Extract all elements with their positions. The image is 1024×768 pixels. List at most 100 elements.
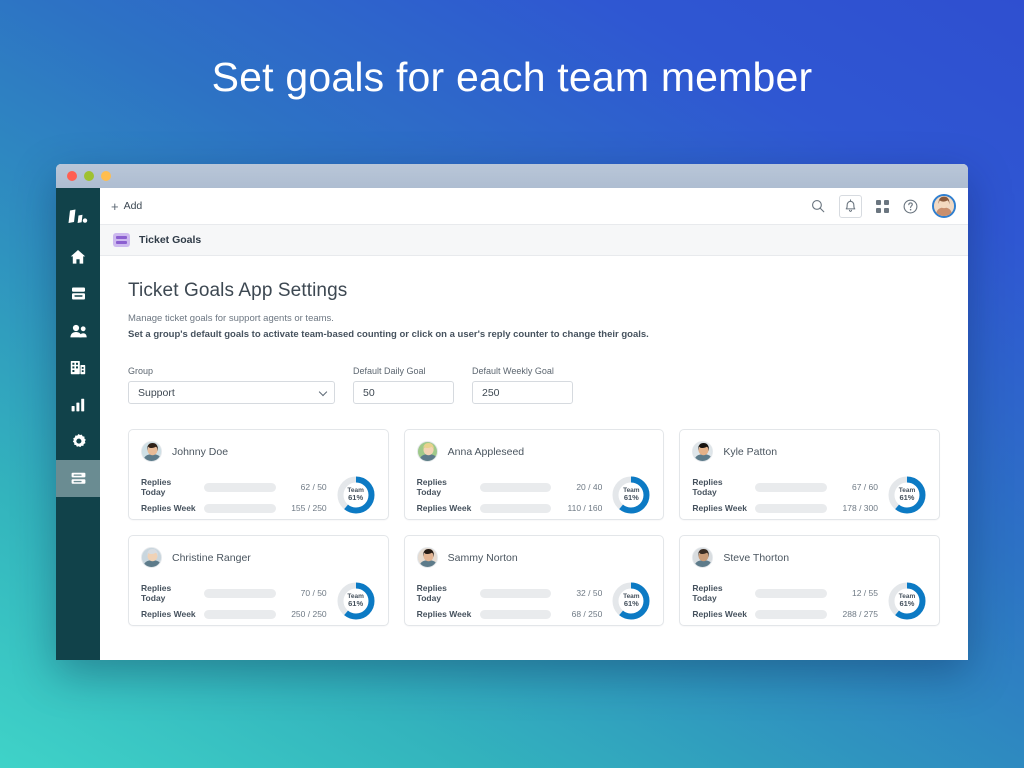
user-avatar[interactable] xyxy=(932,194,956,218)
progress-label: Replies Week xyxy=(416,503,472,513)
progress-value[interactable]: 250 / 250 xyxy=(283,609,326,619)
progress-value[interactable]: 20 / 40 xyxy=(558,482,602,492)
gauge-percent: 61% xyxy=(623,493,639,503)
progress-value[interactable]: 110 / 160 xyxy=(558,503,603,513)
agent-card[interactable]: Christine Ranger Replies Today 70 / 50 Repl… xyxy=(128,535,389,626)
agent-name: Christine Ranger xyxy=(172,551,251,564)
progress-track xyxy=(755,609,827,619)
group-select[interactable]: Support xyxy=(128,381,335,404)
weekly-goal-field: Default Weekly Goal 250 xyxy=(472,366,573,404)
progress-track xyxy=(204,503,276,513)
progress-row: Replies Today 67 / 60 xyxy=(692,477,878,497)
sidebar-item-logo[interactable] xyxy=(56,200,100,234)
progress-label: Replies Week xyxy=(692,609,747,619)
add-button[interactable]: + Add xyxy=(111,200,142,213)
progress-value[interactable]: 67 / 60 xyxy=(834,482,878,492)
building-icon xyxy=(70,360,86,375)
team-gauge[interactable]: Team 61% xyxy=(611,475,651,515)
daily-goal-input[interactable]: 50 xyxy=(353,381,454,404)
progress-value[interactable]: 62 / 50 xyxy=(283,482,327,492)
progress-track xyxy=(204,482,276,492)
progress-row: Replies Today 70 / 50 xyxy=(141,583,327,603)
team-gauge[interactable]: Team 61% xyxy=(887,475,927,515)
page-title: Ticket Goals App Settings xyxy=(128,280,348,301)
daily-goal-value: 50 xyxy=(363,386,375,399)
agent-metrics: Replies Today 70 / 50 Replies Week 250 / 25… xyxy=(141,581,376,621)
apps-grid-icon[interactable] xyxy=(876,199,889,213)
logo-icon xyxy=(68,209,88,226)
progress-track xyxy=(479,482,552,492)
search-icon[interactable] xyxy=(811,199,825,213)
progress-label: Replies Today xyxy=(692,477,723,497)
daily-goal-label: Default Daily Goal xyxy=(353,366,426,376)
agent-card[interactable]: Kyle Patton Replies Today 67 / 60 Replies W… xyxy=(679,429,940,520)
progress-label: Replies Today xyxy=(416,477,447,497)
weekly-goal-input[interactable]: 250 xyxy=(472,381,573,404)
progress-track xyxy=(204,588,276,598)
progress-bars: Replies Today 67 / 60 Replies Week 178 / 30… xyxy=(692,477,878,513)
progress-bars: Replies Today 12 / 55 Replies Week 288 / 27… xyxy=(692,583,878,619)
avatar-kyle-patton xyxy=(692,441,714,462)
bar-chart-icon xyxy=(71,398,86,412)
sidebar-item-settings[interactable] xyxy=(56,423,100,460)
agent-header: Anna Appleseed xyxy=(416,441,652,462)
toolbar-icons xyxy=(811,194,956,218)
progress-row: Replies Week 288 / 275 xyxy=(692,609,878,619)
team-gauge[interactable]: Team 61% xyxy=(887,581,927,621)
chevron-down-icon xyxy=(318,387,328,396)
team-gauge[interactable]: Team 61% xyxy=(611,581,651,621)
content-pane: Ticket Goals App Settings Manage ticket … xyxy=(100,256,968,660)
sidebar-item-contacts[interactable] xyxy=(56,312,100,349)
progress-row: Replies Week 155 / 250 xyxy=(141,503,327,513)
progress-value[interactable]: 288 / 275 xyxy=(834,609,878,619)
group-field: Group Support xyxy=(128,366,335,404)
people-icon xyxy=(69,324,87,338)
agent-cards-grid: Johnny Doe Replies Today 62 / 50 Replies We… xyxy=(128,429,940,626)
bell-icon[interactable] xyxy=(839,194,862,218)
sidebar-item-reports[interactable] xyxy=(56,386,100,423)
progress-label: Replies Today xyxy=(141,477,172,497)
agent-card[interactable]: Steve Thorton Replies Today 12 / 55 Replies… xyxy=(679,535,940,626)
progress-value[interactable]: 155 / 250 xyxy=(283,503,326,513)
team-gauge[interactable]: Team 61% xyxy=(336,581,376,621)
progress-track xyxy=(479,588,552,598)
plus-icon: + xyxy=(111,198,119,214)
promo-headline: Set goals for each team member xyxy=(211,54,813,100)
sidebar-item-home[interactable] xyxy=(56,238,100,275)
tab-ticket-goals[interactable]: Ticket Goals xyxy=(139,234,201,246)
agent-metrics: Replies Today 67 / 60 Replies Week 178 / 30… xyxy=(692,475,927,515)
ticket-icon xyxy=(71,286,86,301)
daily-goal-field: Default Daily Goal 50 xyxy=(353,366,454,404)
tab-bar: Ticket Goals xyxy=(100,225,968,256)
progress-value[interactable]: 32 / 50 xyxy=(558,588,602,598)
cards-icon xyxy=(71,472,86,485)
progress-bars: Replies Today 70 / 50 Replies Week 250 / 25… xyxy=(141,583,327,619)
agent-card[interactable]: Sammy Norton Replies Today 32 / 50 Replies … xyxy=(403,535,665,626)
sidebar-item-ticket-goals[interactable] xyxy=(56,460,100,497)
team-gauge[interactable]: Team 61% xyxy=(336,475,376,515)
progress-bars: Replies Today 20 / 40 Replies Week 110 / 16… xyxy=(417,477,603,513)
progress-value[interactable]: 178 / 300 xyxy=(834,503,878,513)
avatar-johnny-doe xyxy=(141,441,162,462)
gauge-text: Team 61% xyxy=(336,475,376,515)
agent-card[interactable]: Johnny Doe Replies Today 62 / 50 Replies We… xyxy=(128,429,389,520)
progress-label: Replies Today xyxy=(141,583,172,603)
help-icon[interactable] xyxy=(903,199,918,214)
progress-label: Replies Week xyxy=(141,609,196,619)
progress-value[interactable]: 70 / 50 xyxy=(283,588,327,598)
progress-track xyxy=(755,482,827,492)
progress-row: Replies Week 68 / 250 xyxy=(417,609,603,619)
maximize-button[interactable] xyxy=(101,171,111,181)
minimize-button[interactable] xyxy=(84,171,94,181)
progress-value[interactable]: 68 / 250 xyxy=(558,609,603,619)
close-button[interactable] xyxy=(67,171,77,181)
sidebar-item-tickets[interactable] xyxy=(56,275,100,312)
top-toolbar: + Add xyxy=(100,188,968,225)
app-window: + Add Ticket Goals Ticket Goals App Sett… xyxy=(56,164,968,660)
sidebar-item-organizations[interactable] xyxy=(56,349,100,386)
progress-track xyxy=(479,609,552,619)
gauge-text: Team 61% xyxy=(611,581,651,621)
progress-bars: Replies Today 62 / 50 Replies Week 155 / 25… xyxy=(141,477,327,513)
agent-card[interactable]: Anna Appleseed Replies Today 20 / 40 Replie… xyxy=(403,429,665,520)
progress-value[interactable]: 12 / 55 xyxy=(834,588,878,598)
